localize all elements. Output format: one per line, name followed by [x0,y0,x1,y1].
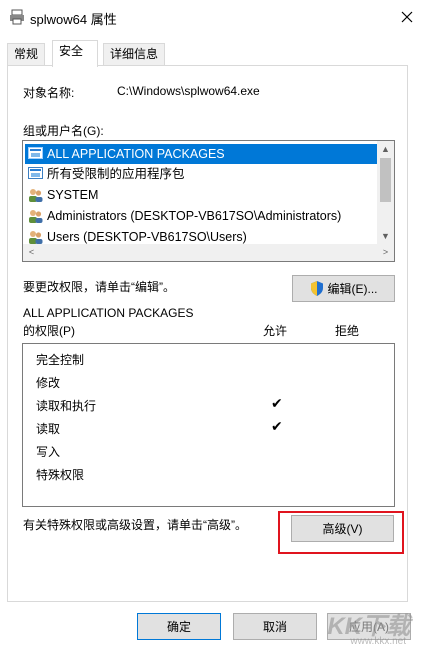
users-icon [29,210,43,223]
vertical-scrollbar[interactable]: ▲ ▼ [377,141,394,245]
allow-check-icon: ✔ [271,418,283,434]
tab-details[interactable]: 详细信息 [103,43,166,66]
allow-column-header: 允许 [263,324,288,338]
printer-icon [10,9,24,25]
app-package-icon [28,167,43,179]
scroll-left-icon[interactable]: < [23,244,40,261]
tab-security[interactable]: 安全 [52,40,98,67]
permission-read: 读取 [36,422,61,436]
list-item-label: 所有受限制的应用程序包 [47,167,185,181]
scroll-up-icon[interactable]: ▲ [377,141,394,158]
title-bar: splwow64 属性 [0,0,424,34]
permission-read-execute: 读取和执行 [36,399,97,413]
permission-full-control: 完全控制 [36,353,85,367]
watermark-url: www.kkx.net [350,636,406,647]
list-item-system[interactable]: SYSTEM [25,185,377,205]
app-package-icon [28,147,43,159]
close-button[interactable] [390,0,424,34]
permissions-label: 的权限(P) [23,324,75,338]
edit-button[interactable]: 编辑(E)... [292,275,395,302]
edit-hint: 要更改权限，请单击“编辑”。 [23,280,175,294]
list-item-all-application-packages[interactable]: ALL APPLICATION PACKAGES [25,144,377,164]
advanced-hint: 有关特殊权限或高级设置，请单击“高级”。 [23,518,247,532]
deny-column-header: 拒绝 [335,324,360,338]
close-icon [401,11,413,23]
scroll-down-icon[interactable]: ▼ [377,228,394,245]
ok-button-label: 确定 [166,620,191,634]
groups-label: 组或用户名(G): [23,124,104,138]
list-item-label: Administrators (DESKTOP-VB617SO\Administ… [47,209,342,223]
group-user-list[interactable]: ALL APPLICATION PACKAGES 所有受限制的应用程序包 SYS… [22,140,395,262]
permissions-list[interactable]: 完全控制 修改 读取和执行 ✔ 读取 ✔ 写入 特殊权限 [22,343,395,507]
object-name-label: 对象名称: [23,86,75,100]
list-item-restricted-packages[interactable]: 所有受限制的应用程序包 [25,164,377,184]
edit-button-label: 编辑(E)... [327,282,378,296]
object-name-value: C:\Windows\splwow64.exe [117,84,260,98]
list-item-administrators[interactable]: Administrators (DESKTOP-VB617SO\Administ… [25,206,377,226]
permission-modify: 修改 [36,376,61,390]
permissions-for: ALL APPLICATION PACKAGES [23,306,194,320]
allow-check-icon: ✔ [271,395,283,411]
cancel-button-label: 取消 [262,620,287,634]
permission-write: 写入 [36,445,61,459]
tab-strip: 常规 安全 详细信息 [0,40,424,67]
list-item-label: ALL APPLICATION PACKAGES [47,147,225,161]
users-icon [29,231,43,244]
tab-general[interactable]: 常规 [7,43,46,66]
cancel-button[interactable]: 取消 [233,613,317,640]
scroll-right-icon[interactable]: > [377,244,394,261]
window-title: splwow64 属性 [30,12,117,27]
list-item-label: Users (DESKTOP-VB617SO\Users) [47,230,247,244]
permission-special: 特殊权限 [36,468,85,482]
ok-button[interactable]: 确定 [137,613,221,640]
shield-icon [310,281,323,296]
list-item-label: SYSTEM [47,188,99,202]
users-icon [29,189,43,202]
scroll-thumb[interactable] [380,158,391,202]
highlight-box [278,511,404,554]
horizontal-scrollbar[interactable]: < > [23,244,394,261]
